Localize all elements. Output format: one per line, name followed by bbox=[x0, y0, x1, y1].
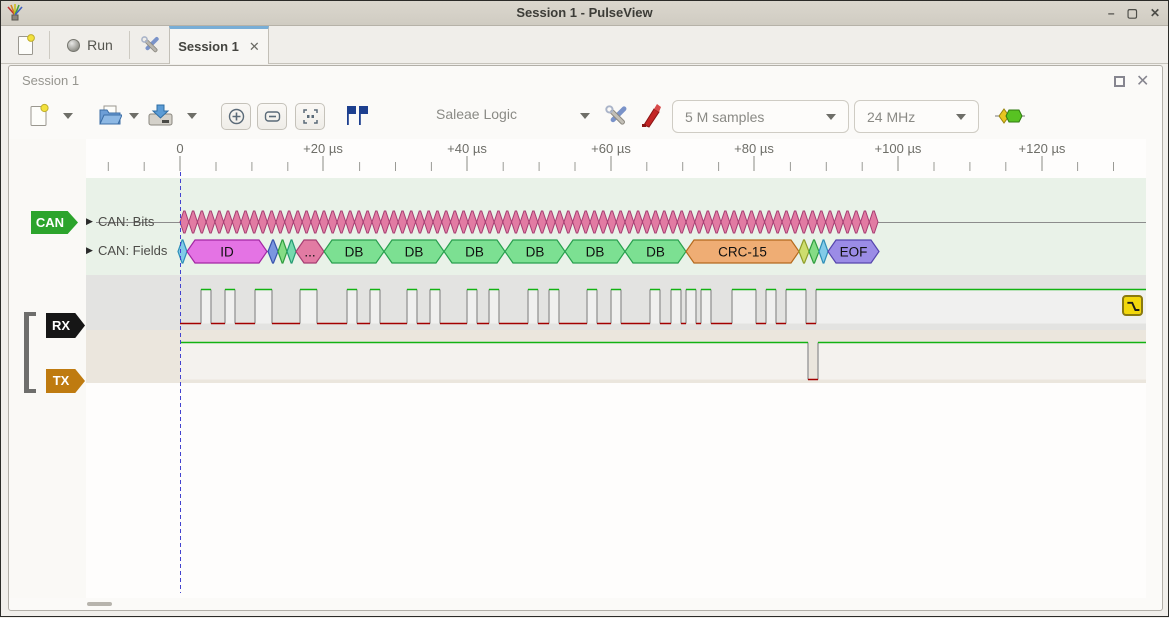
field-annotation-label: DB bbox=[405, 245, 424, 260]
new-file-button[interactable] bbox=[29, 103, 49, 127]
field-annotation-label: DB bbox=[345, 245, 364, 260]
new-session-icon bbox=[17, 34, 35, 56]
ruler-label: 0 bbox=[176, 141, 183, 156]
session-restore-icon[interactable] bbox=[1114, 76, 1125, 87]
field-annotation-label: EOF bbox=[840, 245, 868, 260]
sample-count-value: 5 M samples bbox=[685, 109, 826, 125]
wrench-screwdriver-icon bbox=[140, 35, 160, 55]
chevron-down-icon bbox=[580, 113, 590, 119]
trigger-flags-button[interactable] bbox=[345, 104, 369, 126]
close-button[interactable]: ✕ bbox=[1150, 5, 1160, 21]
field-annotation[interactable]: EOF bbox=[828, 240, 879, 263]
titlebar[interactable]: Session 1 - PulseView – ▢ ✕ bbox=[1, 1, 1168, 26]
field-annotation[interactable]: DB bbox=[384, 240, 444, 263]
minimize-button[interactable]: – bbox=[1108, 5, 1115, 21]
field-annotation[interactable]: DB bbox=[505, 240, 565, 263]
tx-waveform[interactable] bbox=[180, 343, 1146, 380]
trigger-falling-edge-badge[interactable] bbox=[1122, 295, 1143, 316]
add-decoder-icon bbox=[995, 107, 1025, 125]
tab-label: Session 1 bbox=[178, 39, 239, 54]
probe-button[interactable] bbox=[641, 104, 663, 128]
chevron-down-icon bbox=[129, 113, 139, 119]
device-config-button[interactable] bbox=[604, 104, 628, 128]
device-selector[interactable]: Saleae Logic bbox=[436, 106, 596, 122]
zoom-fit-icon bbox=[302, 108, 319, 125]
field-annotation-label: DB bbox=[526, 245, 545, 260]
falling-edge-icon bbox=[1125, 298, 1141, 314]
label-column bbox=[9, 139, 86, 598]
field-annotation-label: DB bbox=[586, 245, 605, 260]
chevron-down-icon bbox=[63, 113, 73, 119]
field-annotation[interactable]: DB bbox=[324, 240, 384, 263]
maximize-button[interactable]: ▢ bbox=[1127, 5, 1138, 21]
toolbar-separator bbox=[49, 31, 50, 59]
device-selector-caret[interactable] bbox=[580, 113, 590, 119]
field-annotation[interactable]: CRC-15 bbox=[686, 240, 799, 263]
field-annotation-label: CRC-15 bbox=[718, 245, 767, 260]
field-annotation-label: ... bbox=[304, 245, 315, 260]
tab-session-1[interactable]: Session 1 ✕ bbox=[169, 26, 269, 64]
expand-arrow-icon[interactable]: ▶ bbox=[86, 216, 93, 227]
probe-icon bbox=[641, 104, 663, 128]
new-session-button[interactable] bbox=[11, 29, 41, 61]
add-decoder-button[interactable] bbox=[995, 107, 1025, 125]
field-annotation[interactable]: DB bbox=[444, 240, 505, 263]
run-button[interactable]: Run bbox=[59, 29, 121, 61]
zoom-out-button[interactable] bbox=[257, 103, 287, 130]
row-label-can-fields: CAN: Fields bbox=[98, 243, 167, 258]
device-name: Saleae Logic bbox=[436, 106, 517, 122]
chevron-down-icon bbox=[187, 113, 197, 119]
chevron-down-icon bbox=[956, 114, 966, 120]
chevron-down-icon bbox=[826, 114, 836, 120]
field-annotation-label: DB bbox=[646, 245, 665, 260]
ruler-label: +80 µs bbox=[734, 141, 774, 156]
field-annotation[interactable]: DB bbox=[625, 240, 686, 263]
toolbar-separator bbox=[129, 31, 130, 59]
field-annotation[interactable]: DB bbox=[565, 240, 625, 263]
wrench-screwdriver-icon bbox=[604, 104, 628, 128]
settings-button[interactable] bbox=[135, 29, 165, 61]
sample-rate-value: 24 MHz bbox=[867, 109, 956, 125]
ruler-label: +120 µs bbox=[1019, 141, 1066, 156]
save-file-dropdown[interactable] bbox=[187, 113, 197, 119]
zoom-in-icon bbox=[228, 108, 245, 125]
zoom-fit-button[interactable] bbox=[295, 103, 325, 130]
field-annotation[interactable]: ID bbox=[187, 240, 267, 263]
save-file-button[interactable] bbox=[147, 103, 174, 127]
trigger-flags-icon bbox=[345, 104, 369, 126]
session-close-icon[interactable]: ✕ bbox=[1136, 71, 1149, 91]
row-label-can-bits: CAN: Bits bbox=[98, 214, 154, 229]
sample-count-select[interactable]: 5 M samples bbox=[672, 100, 849, 133]
open-file-dropdown[interactable] bbox=[129, 113, 139, 119]
new-file-dropdown[interactable] bbox=[63, 113, 73, 119]
sample-rate-select[interactable]: 24 MHz bbox=[854, 100, 979, 133]
tab-close-icon[interactable]: ✕ bbox=[249, 39, 260, 55]
run-led-icon bbox=[67, 39, 80, 52]
ruler-label: +20 µs bbox=[303, 141, 343, 156]
zoom-in-button[interactable] bbox=[221, 103, 251, 130]
window-title: Session 1 - PulseView bbox=[1, 5, 1168, 20]
channel-group-bracket[interactable] bbox=[24, 312, 36, 393]
field-annotation-label: ID bbox=[220, 245, 234, 260]
trace-view[interactable]: 0 +20 µs +40 µs +60 µs +80 µs +100 µs +120 µs I… bbox=[1, 1, 1169, 618]
open-file-button[interactable] bbox=[98, 104, 122, 126]
ruler-label: +40 µs bbox=[447, 141, 487, 156]
session-title: Session 1 bbox=[22, 73, 79, 88]
zoom-out-icon bbox=[264, 108, 281, 125]
ruler-label: +60 µs bbox=[591, 141, 631, 156]
main-toolbar: Run Session 1 ✕ bbox=[1, 26, 1168, 64]
run-label: Run bbox=[87, 37, 113, 53]
expand-arrow-icon[interactable]: ▶ bbox=[86, 245, 93, 256]
ruler-label: +100 µs bbox=[875, 141, 922, 156]
field-annotation-label: DB bbox=[465, 245, 484, 260]
horizontal-scrollbar-thumb[interactable] bbox=[87, 602, 112, 606]
